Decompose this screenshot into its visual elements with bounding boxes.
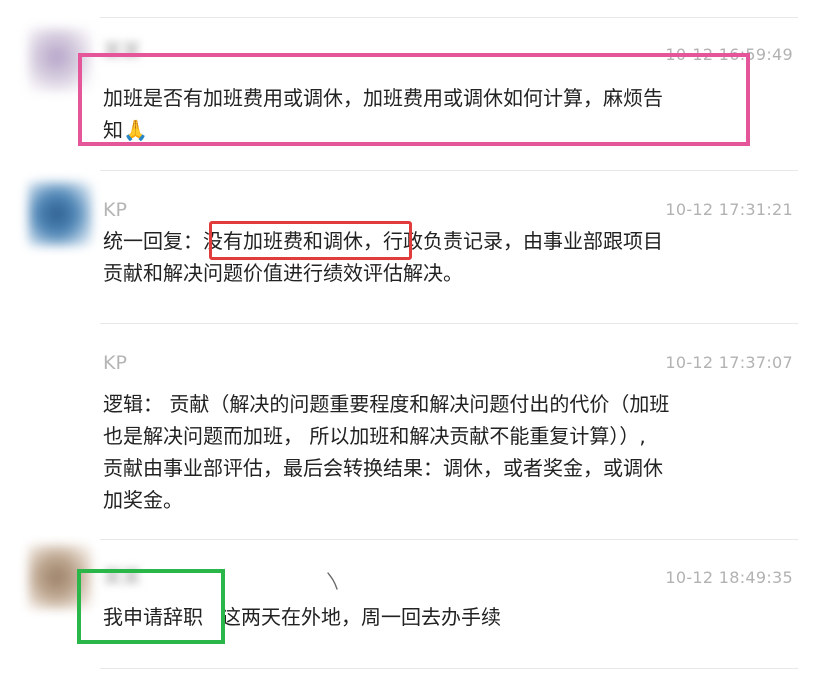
message-text-line-1: 逻辑： 贡献（解决的问题重要程度和解决问题付出的代价（加班 [103, 392, 670, 416]
message-text: 逻辑： 贡献（解决的问题重要程度和解决问题付出的代价（加班 也是解决问题而加班，… [103, 388, 753, 516]
red-highlight-box [209, 221, 412, 260]
message-time: 10-12 17:37:07 [665, 353, 793, 372]
divider-1 [100, 170, 798, 171]
divider-2 [100, 323, 798, 324]
message-text-rest: 这两天在外地，周一回去办手续 [221, 605, 501, 629]
message-text-line-2: 也是解决问题而加班， 所以加班和解决贡献不能重复计算））, [103, 424, 646, 448]
sender-name: KP [103, 352, 127, 374]
message-time: 10-12 17:31:21 [665, 200, 793, 219]
divider-bottom [100, 668, 798, 669]
pink-highlight-box [78, 53, 750, 146]
divider-top [100, 17, 798, 18]
message-text-line-3: 贡献由事业部评估，最后会转换结果：调休，或者奖金，或调休 [103, 456, 663, 480]
pen-stroke-mark [327, 572, 338, 590]
message-text: 统一回复：没有加班费和调休，行政负责记录，由事业部跟项目 贡献和解决问题价值进行… [103, 225, 753, 289]
reply-prefix: 统一回复： [103, 229, 203, 253]
sender-name: KP [103, 199, 127, 221]
reply-suffix: 行政负责记录，由事业部跟项目 [383, 229, 663, 253]
message-text-line-4: 加奖金。 [103, 488, 183, 512]
message-time: 10-12 18:49:35 [665, 568, 793, 587]
avatar[interactable] [28, 182, 92, 246]
green-highlight-box [77, 569, 225, 644]
divider-3 [100, 539, 798, 540]
message-text-line-2: 贡献和解决问题价值进行绩效评估解决。 [103, 261, 463, 285]
